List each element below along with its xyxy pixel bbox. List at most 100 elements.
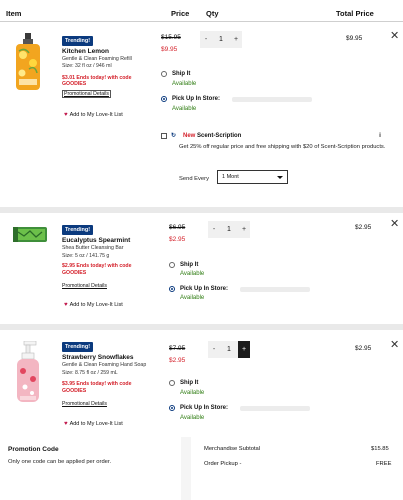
ship-it-radio[interactable]	[161, 71, 167, 77]
order-pickup-label: Order Pickup -	[204, 461, 242, 467]
subtotal-value: $15.85	[371, 446, 389, 452]
increment-button[interactable]: +	[238, 221, 250, 238]
add-to-love-list-link[interactable]: ♥ Add to My Love-It List	[64, 112, 123, 118]
product-description: Gentle & Clean Foaming Hand Soap	[62, 362, 147, 368]
product-size: Size: 32 fl oz / 946 ml	[62, 63, 112, 69]
product-description: Gentle & Clean Foaming Refill	[62, 56, 132, 62]
column-qty: Qty	[206, 9, 219, 18]
send-every-select[interactable]: 1 Mont	[217, 170, 288, 184]
heart-icon: ♥	[64, 421, 68, 427]
quantity-value[interactable]: 1	[220, 226, 238, 233]
pick-up-in-store-label: Pick Up In Store:	[180, 405, 229, 411]
quantity-stepper: - 1 +	[200, 31, 242, 48]
quantity-value[interactable]: 1	[220, 346, 238, 353]
subscription-icon: ↻	[171, 133, 177, 139]
quantity-stepper: - 1 +	[208, 341, 250, 358]
info-icon[interactable]: i	[377, 132, 383, 139]
pick-up-in-store-radio[interactable]	[169, 286, 175, 292]
store-name-redacted	[232, 97, 312, 102]
promotion-code-panel: Promotion Code Only one code can be appl…	[0, 437, 181, 500]
increment-button[interactable]: +	[238, 341, 250, 358]
product-name[interactable]: Kitchen Lemon	[62, 48, 109, 55]
column-price: Price	[171, 9, 190, 18]
original-price: $6.95	[169, 224, 186, 231]
love-list-label: Add to My Love-It List	[69, 421, 123, 427]
ship-it-radio[interactable]	[169, 262, 175, 268]
close-icon[interactable]: ✕	[390, 340, 399, 351]
order-summary-panel: Merchandise Subtotal $15.85 Order Pickup…	[191, 437, 403, 500]
love-list-label: Add to My Love-It List	[69, 302, 123, 308]
increment-button[interactable]: +	[230, 31, 242, 48]
new-tag: New	[183, 133, 196, 139]
promo-text: $2.95 Ends today! with code	[62, 263, 132, 269]
chevron-down-icon	[277, 175, 283, 179]
pick-up-in-store-label: Pick Up In Store:	[172, 96, 221, 102]
decrement-button[interactable]: -	[200, 31, 212, 48]
column-total: Total Price	[336, 9, 374, 18]
sale-price: $2.95	[169, 357, 186, 364]
promotion-code-title: Promotion Code	[8, 446, 59, 453]
pick-up-in-store-radio[interactable]	[161, 96, 167, 102]
promo-code: GOODIES	[62, 388, 87, 394]
original-price: $7.95	[169, 345, 186, 352]
sale-price: $2.95	[169, 236, 186, 243]
ship-it-label: Ship It	[180, 380, 199, 386]
add-to-love-list-link[interactable]: ♥ Add to My Love-It List	[64, 302, 123, 308]
pick-up-availability: Available	[180, 295, 205, 301]
product-name[interactable]: Eucalyptus Spearmint	[62, 237, 130, 244]
pick-up-in-store-radio[interactable]	[169, 405, 175, 411]
send-every-label: Send Every	[179, 176, 209, 182]
promo-code: GOODIES	[62, 270, 87, 276]
product-size: Size: 5 oz / 141.75 g	[62, 253, 110, 259]
love-list-label: Add to My Love-It List	[69, 112, 123, 118]
subtotal-label: Merchandise Subtotal	[204, 446, 261, 452]
product-image-strawberry-snowflakes[interactable]	[14, 340, 42, 403]
quantity-stepper: - 1 +	[208, 221, 250, 238]
close-icon[interactable]: ✕	[390, 219, 399, 230]
product-name[interactable]: Strawberry Snowflakes	[62, 354, 134, 361]
send-every-value: 1 Mont	[222, 174, 239, 180]
promotion-code-note: Only one code can be applied per order.	[8, 459, 112, 465]
column-item: Item	[6, 9, 22, 18]
ship-it-label: Ship It	[180, 262, 199, 268]
decrement-button[interactable]: -	[208, 221, 220, 238]
decrement-button[interactable]: -	[208, 341, 220, 358]
ship-it-availability: Available	[180, 390, 205, 396]
store-name-redacted	[240, 406, 310, 411]
trending-badge: Trending!	[62, 36, 94, 46]
ship-it-label: Ship It	[172, 71, 191, 77]
cart-table-header: Item Price Qty Total Price	[0, 0, 403, 22]
product-size: Size: 8.75 fl oz / 259 mL	[62, 370, 118, 376]
promotional-details-link[interactable]: Promotional Details	[62, 90, 111, 98]
trending-badge: Trending!	[62, 342, 94, 352]
cart-footer: Promotion Code Only one code can be appl…	[0, 437, 403, 500]
divider	[0, 324, 403, 330]
divider	[0, 207, 403, 213]
product-image-eucalyptus-spearmint[interactable]	[12, 224, 48, 244]
promo-text: $3.95 Ends today! with code	[62, 381, 132, 387]
sale-price: $9.95	[161, 46, 178, 53]
order-pickup-value: FREE	[376, 461, 392, 467]
add-to-love-list-link[interactable]: ♥ Add to My Love-It List	[64, 421, 123, 427]
scent-scription-description: Get 25% off regular price and free shipp…	[179, 144, 386, 150]
heart-icon: ♥	[64, 302, 68, 308]
ship-it-availability: Available	[172, 81, 197, 87]
product-image-kitchen-lemon[interactable]	[13, 33, 43, 91]
store-name-redacted	[240, 287, 310, 292]
promotional-details-link[interactable]: Promotional Details	[62, 401, 107, 407]
pick-up-availability: Available	[180, 415, 205, 421]
promo-code: GOODIES	[62, 81, 87, 87]
product-description: Shea Butter Cleansing Bar	[62, 245, 124, 251]
ship-it-availability: Available	[180, 271, 205, 277]
original-price: $15.95	[161, 34, 181, 41]
ship-it-radio[interactable]	[169, 380, 175, 386]
heart-icon: ♥	[64, 112, 68, 118]
close-icon[interactable]: ✕	[390, 31, 399, 42]
pick-up-in-store-label: Pick Up In Store:	[180, 286, 229, 292]
promotional-details-link[interactable]: Promotional Details	[62, 283, 107, 289]
item-total: $2.95	[355, 224, 372, 231]
quantity-value[interactable]: 1	[212, 36, 230, 43]
pick-up-availability: Available	[172, 106, 197, 112]
scent-scription-checkbox[interactable]	[161, 133, 167, 139]
scent-scription-label: Scent-Scription	[197, 133, 242, 139]
